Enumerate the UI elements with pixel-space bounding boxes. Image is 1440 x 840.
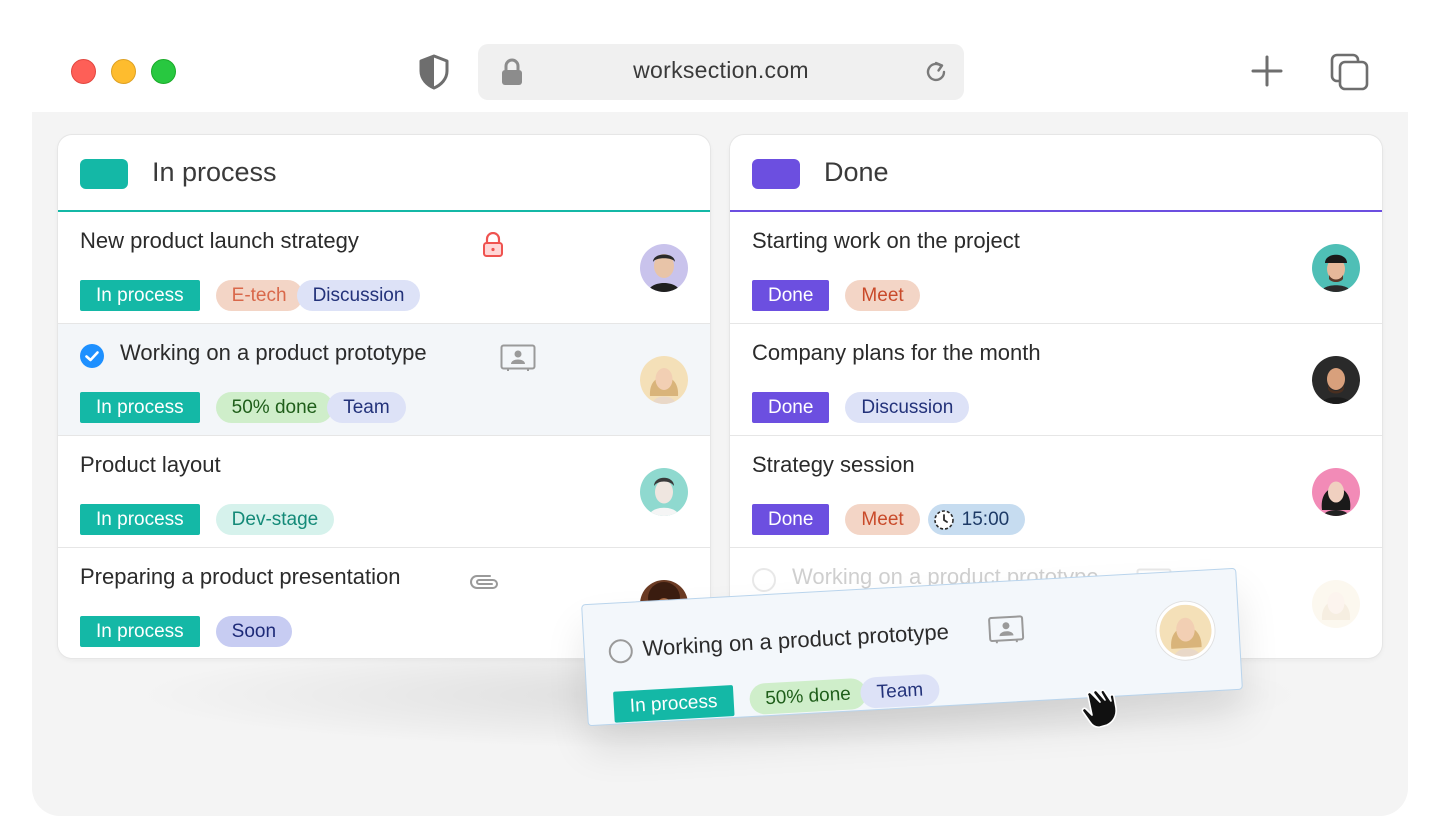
column-in-process: In process New product launch strategy I… — [58, 135, 710, 658]
task-title[interactable]: Product layout — [80, 452, 221, 478]
column-title: Done — [824, 157, 889, 187]
tag-pill[interactable]: Discussion — [845, 392, 970, 423]
url-text[interactable]: worksection.com — [478, 44, 964, 100]
task-title[interactable]: Company plans for the month — [752, 340, 1041, 366]
tag-pill[interactable]: Meet — [845, 504, 920, 535]
status-badge[interactable]: In process — [80, 504, 200, 535]
column-title: In process — [152, 157, 277, 187]
task-tags: In process Soon — [80, 616, 293, 647]
status-badge[interactable]: Done — [752, 392, 830, 423]
tag-pill[interactable]: Discussion — [296, 280, 421, 311]
status-badge[interactable]: In process — [80, 616, 200, 647]
avatar[interactable] — [640, 356, 688, 404]
avatar[interactable] — [640, 244, 688, 292]
task-title[interactable]: New product launch strategy — [80, 228, 359, 254]
task-card[interactable]: New product launch strategy In process E… — [58, 212, 710, 324]
avatar[interactable] — [640, 468, 688, 516]
new-tab-plus-icon[interactable] — [1250, 54, 1284, 88]
close-window-button[interactable] — [71, 59, 96, 84]
task-card[interactable]: Company plans for the month Done Discuss… — [730, 324, 1382, 436]
tag-pill[interactable]: Meet — [845, 280, 920, 311]
status-badge[interactable]: Done — [752, 280, 830, 311]
column-color-chip — [80, 159, 128, 189]
task-card[interactable]: Product layout In process Dev-stage — [58, 436, 710, 548]
task-card[interactable]: Starting work on the project Done Meet — [730, 212, 1382, 324]
time-label: 15:00 — [961, 509, 1010, 530]
browser-toolbar: worksection.com — [0, 0, 1440, 112]
task-tags: Done Meet — [752, 280, 920, 311]
maximize-window-button[interactable] — [151, 59, 176, 84]
reload-icon[interactable] — [922, 58, 950, 86]
task-title[interactable]: Working on a product prototype — [120, 340, 427, 366]
progress-pill[interactable]: 50% done — [215, 392, 334, 423]
grab-hand-cursor-icon — [1081, 689, 1117, 728]
avatar[interactable] — [1312, 468, 1360, 516]
checkmark-icon — [85, 351, 99, 362]
task-title[interactable]: Starting work on the project — [752, 228, 1020, 254]
task-title[interactable]: Strategy session — [752, 452, 915, 478]
task-title[interactable]: Working on a product prototype — [642, 619, 950, 662]
tag-pill[interactable]: Team — [859, 673, 940, 709]
tabs-overview-icon[interactable] — [1330, 53, 1370, 91]
task-tags: In process E-tech Discussion — [80, 280, 421, 311]
column-color-chip — [752, 159, 800, 189]
task-checkbox — [752, 568, 776, 592]
task-tags: Done Meet 15:00 — [752, 504, 1026, 535]
contact-card-icon — [988, 615, 1025, 644]
status-badge[interactable]: Done — [752, 504, 830, 535]
avatar[interactable] — [1312, 244, 1360, 292]
column-header[interactable]: Done — [730, 135, 1382, 212]
avatar — [1312, 580, 1360, 628]
status-badge[interactable]: In process — [80, 280, 200, 311]
task-checkbox[interactable] — [80, 344, 104, 368]
column-header[interactable]: In process — [58, 135, 710, 212]
tag-pill[interactable]: Dev-stage — [215, 504, 335, 535]
status-badge[interactable]: In process — [613, 685, 735, 723]
lock-icon — [483, 232, 503, 257]
tag-pill[interactable]: Soon — [215, 616, 293, 647]
task-tags: Done Discussion — [752, 392, 970, 423]
task-card[interactable]: Strategy session Done Meet 15:00 — [730, 436, 1382, 548]
clock-icon — [933, 509, 954, 530]
avatar[interactable] — [1312, 356, 1360, 404]
shield-icon[interactable] — [418, 54, 450, 90]
minimize-window-button[interactable] — [111, 59, 136, 84]
task-tags: In process 50% done Team — [80, 392, 406, 423]
paperclip-icon — [470, 575, 498, 589]
task-tags: In process Dev-stage — [80, 504, 335, 535]
tag-pill[interactable]: Team — [327, 392, 406, 423]
task-card[interactable]: Working on a product prototype In proces… — [58, 324, 710, 436]
tag-pill[interactable]: E-tech — [215, 280, 303, 311]
contact-card-icon — [500, 344, 536, 371]
task-checkbox[interactable] — [608, 638, 634, 664]
progress-pill[interactable]: 50% done — [748, 677, 868, 716]
time-pill[interactable]: 15:00 — [927, 504, 1026, 535]
status-badge[interactable]: In process — [80, 392, 200, 423]
task-title[interactable]: Preparing a product presentation — [80, 564, 400, 590]
avatar[interactable] — [1154, 600, 1217, 662]
